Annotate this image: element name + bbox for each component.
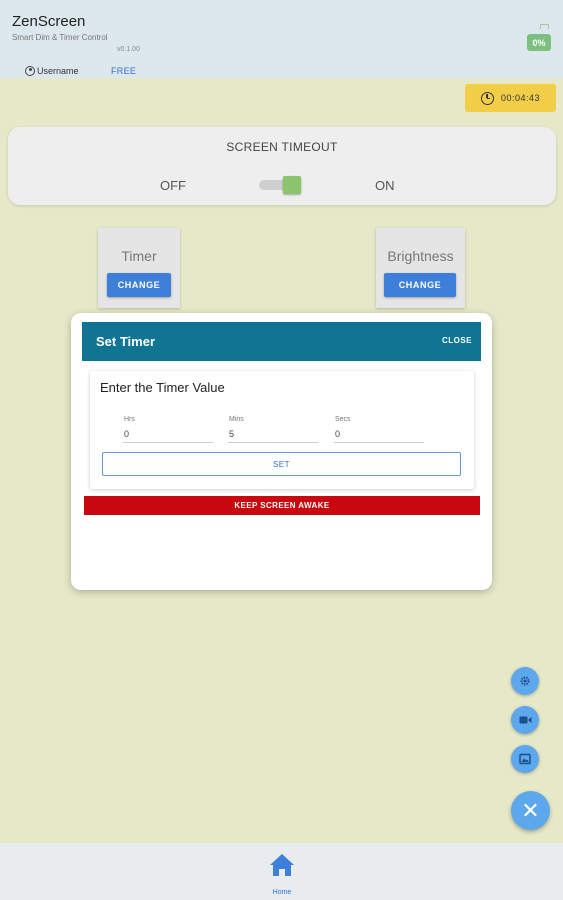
user-account[interactable]: Username (25, 66, 79, 76)
set-timer-dialog: Set Timer CLOSE Enter the Timer Value Hr… (71, 313, 492, 590)
dialog-header: Set Timer CLOSE (82, 322, 481, 361)
hours-underline (123, 442, 213, 443)
battery-icon (540, 24, 549, 29)
brightness-control-title: Brightness (387, 248, 454, 264)
screen-timeout-title: SCREEN TIMEOUT (226, 140, 338, 154)
timer-prompt: Enter the Timer Value (100, 380, 225, 395)
minutes-input[interactable]: 5 (229, 429, 234, 439)
minutes-underline (228, 442, 318, 443)
countdown-value: 00:04:43 (500, 93, 541, 103)
gallery-fab[interactable] (511, 745, 539, 773)
seconds-input[interactable]: 0 (335, 429, 340, 439)
dialog-close-button[interactable]: CLOSE (442, 336, 472, 345)
brightness-change-button[interactable]: CHANGE (384, 273, 456, 297)
keep-screen-awake-button[interactable]: KEEP SCREEN AWAKE (84, 496, 480, 515)
app-version: v0.1.00 (117, 46, 140, 53)
gallery-icon (519, 753, 531, 765)
minutes-label: Mins (229, 416, 244, 423)
clock-icon (480, 91, 494, 105)
username-label: Username (37, 66, 79, 76)
seconds-label: Secs (335, 416, 351, 423)
video-icon (519, 716, 531, 724)
app-name: ZenScreen (12, 13, 86, 30)
nav-item-home[interactable]: Home (262, 851, 302, 896)
battery-level: 0% (527, 34, 551, 51)
bottom-navigation: Home (0, 843, 563, 900)
app-subtitle: Smart Dim & Timer Control (12, 33, 108, 42)
close-fab[interactable]: ✕ (511, 791, 550, 830)
timer-control-card: Timer CHANGE (98, 228, 180, 308)
home-icon (270, 854, 294, 876)
hours-input[interactable]: 0 (124, 429, 129, 439)
dialog-title: Set Timer (96, 334, 156, 349)
brightness-control-card: Brightness CHANGE (376, 228, 465, 308)
app-header: ZenScreen Smart Dim & Timer Control v0.1… (0, 0, 563, 78)
screen-timeout-card: SCREEN TIMEOUT OFF ON (8, 127, 556, 205)
toggle-thumb[interactable] (283, 176, 301, 194)
hours-label: Hrs (124, 416, 135, 423)
countdown-timer[interactable]: 00:04:43 (465, 84, 556, 112)
toggle-off-label: OFF (160, 178, 186, 193)
nav-home-label: Home (272, 889, 292, 896)
timer-input-card: Enter the Timer Value Hrs 0 Mins 5 Secs … (90, 371, 474, 489)
user-icon (25, 66, 35, 76)
plan-badge[interactable]: FREE (111, 66, 136, 76)
seconds-underline (334, 442, 424, 443)
timer-change-button[interactable]: CHANGE (107, 273, 171, 297)
toggle-on-label: ON (375, 178, 395, 193)
settings-fab[interactable] (511, 667, 539, 695)
timer-control-title: Timer (121, 248, 157, 264)
settings-icon (520, 676, 530, 686)
set-timer-button[interactable]: SET (102, 452, 461, 476)
close-icon: ✕ (521, 797, 540, 823)
video-fab[interactable] (511, 706, 539, 734)
